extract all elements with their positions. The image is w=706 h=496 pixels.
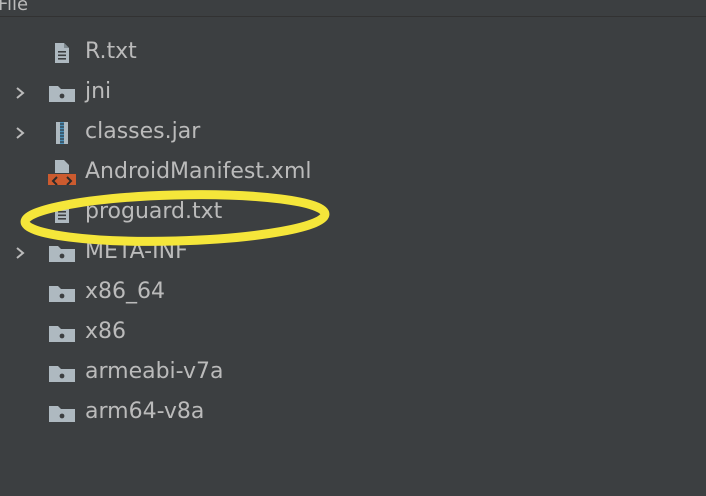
jar-file-icon bbox=[56, 122, 68, 144]
tree-item-label: arm64-v8a bbox=[85, 399, 205, 424]
tree-item-armeabi-v7a[interactable]: armeabi-v7a bbox=[0, 353, 706, 393]
tree-item-label: META-INF bbox=[85, 239, 188, 264]
text-file-icon bbox=[55, 43, 69, 63]
tree-item-label: R.txt bbox=[85, 39, 137, 64]
tree-item-x86[interactable]: x86 bbox=[0, 313, 706, 353]
tree-item-meta-inf[interactable]: META-INF bbox=[0, 233, 706, 273]
folder-icon bbox=[49, 406, 75, 422]
toolbar-header: File bbox=[0, 0, 706, 17]
tree-item-arm64-v8a[interactable]: arm64-v8a bbox=[0, 393, 706, 433]
tree-item-r-txt[interactable]: R.txt bbox=[0, 33, 706, 73]
tree-item-label: proguard.txt bbox=[85, 199, 223, 224]
chevron-right-icon[interactable] bbox=[12, 85, 28, 101]
tree-item-label: AndroidManifest.xml bbox=[85, 159, 312, 184]
chevron-right-icon[interactable] bbox=[12, 245, 28, 261]
tree-item-androidmanifest-xml[interactable]: AndroidManifest.xml bbox=[0, 153, 706, 193]
tree-item-jni[interactable]: jni bbox=[0, 73, 706, 113]
xml-file-icon bbox=[48, 160, 76, 185]
tree-item-label: x86 bbox=[85, 319, 127, 344]
chevron-right-icon[interactable] bbox=[12, 125, 28, 141]
tree-item-label: x86_64 bbox=[85, 279, 166, 304]
tree-item-x86-64[interactable]: x86_64 bbox=[0, 273, 706, 313]
folder-icon bbox=[49, 286, 75, 302]
header-title: File bbox=[0, 0, 29, 15]
text-file-icon bbox=[55, 203, 69, 223]
tree-item-label: classes.jar bbox=[85, 119, 201, 144]
tree-item-label: armeabi-v7a bbox=[85, 359, 224, 384]
tree-item-proguard-txt[interactable]: proguard.txt bbox=[0, 193, 706, 233]
folder-icon bbox=[49, 366, 75, 382]
tree-item-classes-jar[interactable]: classes.jar bbox=[0, 113, 706, 153]
folder-icon bbox=[49, 246, 75, 262]
folder-icon bbox=[49, 86, 75, 102]
folder-icon bbox=[49, 326, 75, 342]
tree-item-label: jni bbox=[85, 79, 112, 104]
project-tree: R.txt jni classes.jar AndroidManifest.xm… bbox=[0, 33, 706, 433]
